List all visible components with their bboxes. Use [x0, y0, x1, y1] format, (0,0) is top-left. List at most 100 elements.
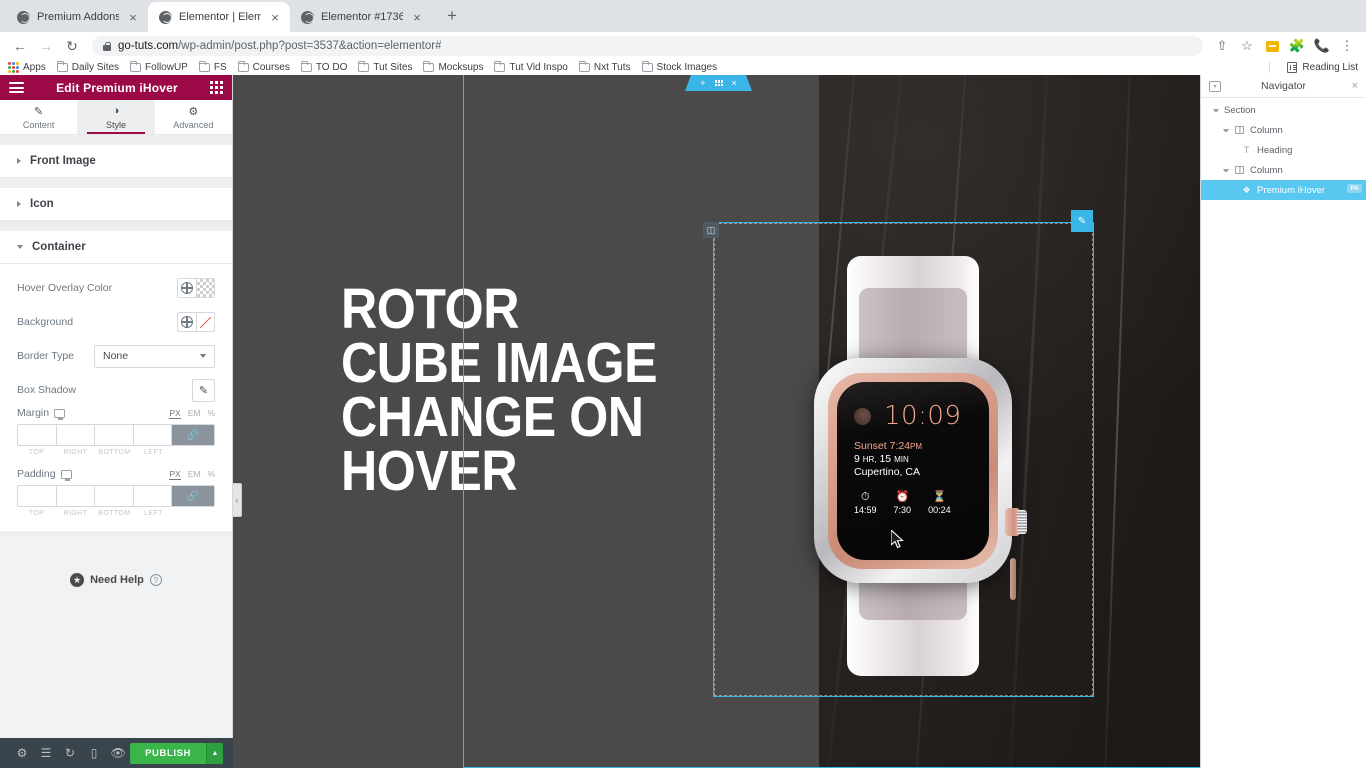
history-icon[interactable]: ↻: [58, 738, 82, 768]
nav-item-column-1[interactable]: Column: [1201, 120, 1366, 140]
section-front-image[interactable]: Front Image: [0, 145, 232, 178]
color-swatch-transparent[interactable]: [196, 279, 214, 297]
panel-collapse-button[interactable]: ‹: [233, 483, 242, 517]
section-icon[interactable]: Icon: [0, 188, 232, 221]
control-margin: Margin PX EM % 🔗 TOP RIGHT BOTTOM LEFT: [17, 407, 215, 456]
padding-top-input[interactable]: [18, 486, 57, 506]
control-hover-overlay-color: Hover Overlay Color: [17, 274, 215, 302]
browser-menu-icon[interactable]: ⋮: [1336, 35, 1358, 57]
unit-px[interactable]: PX: [169, 469, 181, 480]
padding-bottom-input[interactable]: [95, 486, 134, 506]
responsive-icon[interactable]: ▯: [82, 738, 106, 768]
remove-section-icon[interactable]: ×: [732, 79, 737, 88]
bookmark-mocksups[interactable]: Mocksups: [423, 61, 483, 73]
margin-right-input[interactable]: [57, 425, 95, 445]
bookmark-followup[interactable]: FollowUP: [130, 61, 188, 73]
margin-side-labels: TOP RIGHT BOTTOM LEFT: [17, 449, 215, 456]
device-desktop-icon[interactable]: [60, 469, 72, 481]
back-icon[interactable]: ←: [8, 34, 32, 58]
tab-content[interactable]: ✎ Content: [0, 100, 77, 134]
bookmark-apps[interactable]: Apps: [8, 62, 46, 73]
tab-advanced[interactable]: ⚙ Advanced: [155, 100, 232, 134]
margin-top-input[interactable]: [18, 425, 57, 445]
color-picker-hover-overlay[interactable]: [177, 278, 215, 298]
bookmark-daily-sites[interactable]: Daily Sites: [56, 61, 119, 73]
tab-close-icon[interactable]: ×: [410, 11, 424, 24]
publish-button[interactable]: PUBLISH: [130, 742, 206, 764]
bookmark-todo[interactable]: TO DO: [300, 61, 347, 73]
nav-item-heading[interactable]: T Heading: [1201, 140, 1366, 160]
bookmark-fs[interactable]: FS: [198, 61, 227, 73]
bookmark-nxt-tuts[interactable]: Nxt Tuts: [578, 61, 631, 73]
forward-icon[interactable]: →: [34, 34, 58, 58]
color-swatch-none[interactable]: [196, 313, 214, 331]
layers-icon[interactable]: ☰: [34, 738, 58, 768]
widgets-grid-icon[interactable]: [210, 81, 223, 94]
bookmark-tut-sites[interactable]: Tut Sites: [358, 61, 412, 73]
preview-icon[interactable]: 👁: [106, 738, 130, 768]
browser-tab-3[interactable]: Elementor #1736 - Snappy Spo ×: [290, 2, 432, 32]
bookmark-stock-images[interactable]: Stock Images: [641, 61, 717, 73]
new-tab-button[interactable]: +: [438, 2, 466, 30]
device-desktop-icon[interactable]: [54, 408, 66, 420]
color-picker-background[interactable]: [177, 312, 215, 332]
close-icon[interactable]: ×: [1352, 80, 1358, 92]
unit-em[interactable]: EM: [188, 408, 201, 419]
nav-item-premium-ihover[interactable]: ❖ Premium iHover PA: [1201, 180, 1366, 200]
nav-item-section[interactable]: Section: [1201, 100, 1366, 120]
column-handle-icon[interactable]: ◫: [703, 222, 719, 238]
browser-tab-1[interactable]: Premium Addons for Elementor ×: [6, 2, 148, 32]
add-section-icon[interactable]: +: [700, 79, 705, 88]
caret-down-icon[interactable]: [1223, 128, 1229, 132]
widget-edit-handle[interactable]: ✎: [1071, 210, 1093, 232]
unit-px[interactable]: PX: [169, 408, 181, 419]
margin-left-input[interactable]: [134, 425, 172, 445]
tab-title: Elementor #1736 - Snappy Spo: [321, 11, 403, 23]
need-help-button[interactable]: Need Help ?: [0, 573, 232, 587]
globe-icon-wrap[interactable]: [178, 279, 196, 297]
nav-item-column-2[interactable]: Column: [1201, 160, 1366, 180]
bookmark-tut-vid-inspo[interactable]: Tut Vid Inspo: [494, 61, 568, 73]
padding-left-input[interactable]: [134, 486, 172, 506]
address-bar[interactable]: go-tuts.com/wp-admin/post.php?post=3537&…: [92, 36, 1203, 56]
tab-close-icon[interactable]: ×: [268, 11, 282, 24]
margin-link-values-button[interactable]: 🔗: [172, 425, 214, 445]
address-domain: go-tuts.com: [118, 40, 179, 52]
extension-yellow-icon[interactable]: [1261, 35, 1283, 57]
reload-icon[interactable]: ↻: [60, 34, 84, 58]
share-icon[interactable]: ⇧: [1211, 35, 1233, 57]
unit-percent[interactable]: %: [207, 408, 215, 419]
caret-down-icon[interactable]: [1223, 168, 1229, 172]
section-container[interactable]: Container: [0, 231, 232, 264]
need-help-label: Need Help: [90, 574, 144, 586]
dock-icon[interactable]: ▾: [1209, 80, 1221, 92]
panel-sections: Front Image Icon Container Hover Overlay…: [0, 135, 232, 537]
puzzle-icon[interactable]: 🧩: [1286, 35, 1308, 57]
folder-icon: [494, 61, 506, 72]
tab-style[interactable]: ◑ Style: [77, 100, 155, 134]
padding-side-labels: TOP RIGHT BOTTOM LEFT: [17, 510, 215, 517]
box-shadow-edit-button[interactable]: ✎: [192, 378, 215, 402]
bookmark-courses[interactable]: Courses: [237, 61, 290, 73]
margin-bottom-input[interactable]: [95, 425, 134, 445]
publish-options-arrow[interactable]: ▲: [206, 742, 223, 764]
question-mark-icon[interactable]: ?: [149, 574, 162, 586]
star-icon[interactable]: ☆: [1236, 35, 1258, 57]
settings-icon[interactable]: ⚙: [10, 738, 34, 768]
unit-em[interactable]: EM: [188, 469, 201, 480]
caret-down-icon[interactable]: [1213, 108, 1219, 112]
border-type-select[interactable]: None: [94, 344, 215, 368]
padding-link-values-button[interactable]: 🔗: [172, 486, 214, 506]
chevron-down-icon: [17, 245, 23, 249]
call-icon[interactable]: 📞: [1311, 35, 1333, 57]
browser-tab-2[interactable]: Elementor | Elementor #3537 ×: [148, 2, 290, 32]
tab-close-icon[interactable]: ×: [126, 11, 140, 24]
drag-grid-icon[interactable]: [715, 80, 723, 86]
globe-icon-wrap[interactable]: [178, 313, 196, 331]
section-toolbar[interactable]: + ×: [685, 75, 752, 91]
reading-list-button[interactable]: Reading List: [1287, 62, 1358, 73]
hamburger-menu-icon[interactable]: [9, 82, 24, 93]
ihover-widget-selection[interactable]: ◫ ✎: [703, 210, 1094, 697]
unit-percent[interactable]: %: [207, 469, 215, 480]
padding-right-input[interactable]: [57, 486, 95, 506]
